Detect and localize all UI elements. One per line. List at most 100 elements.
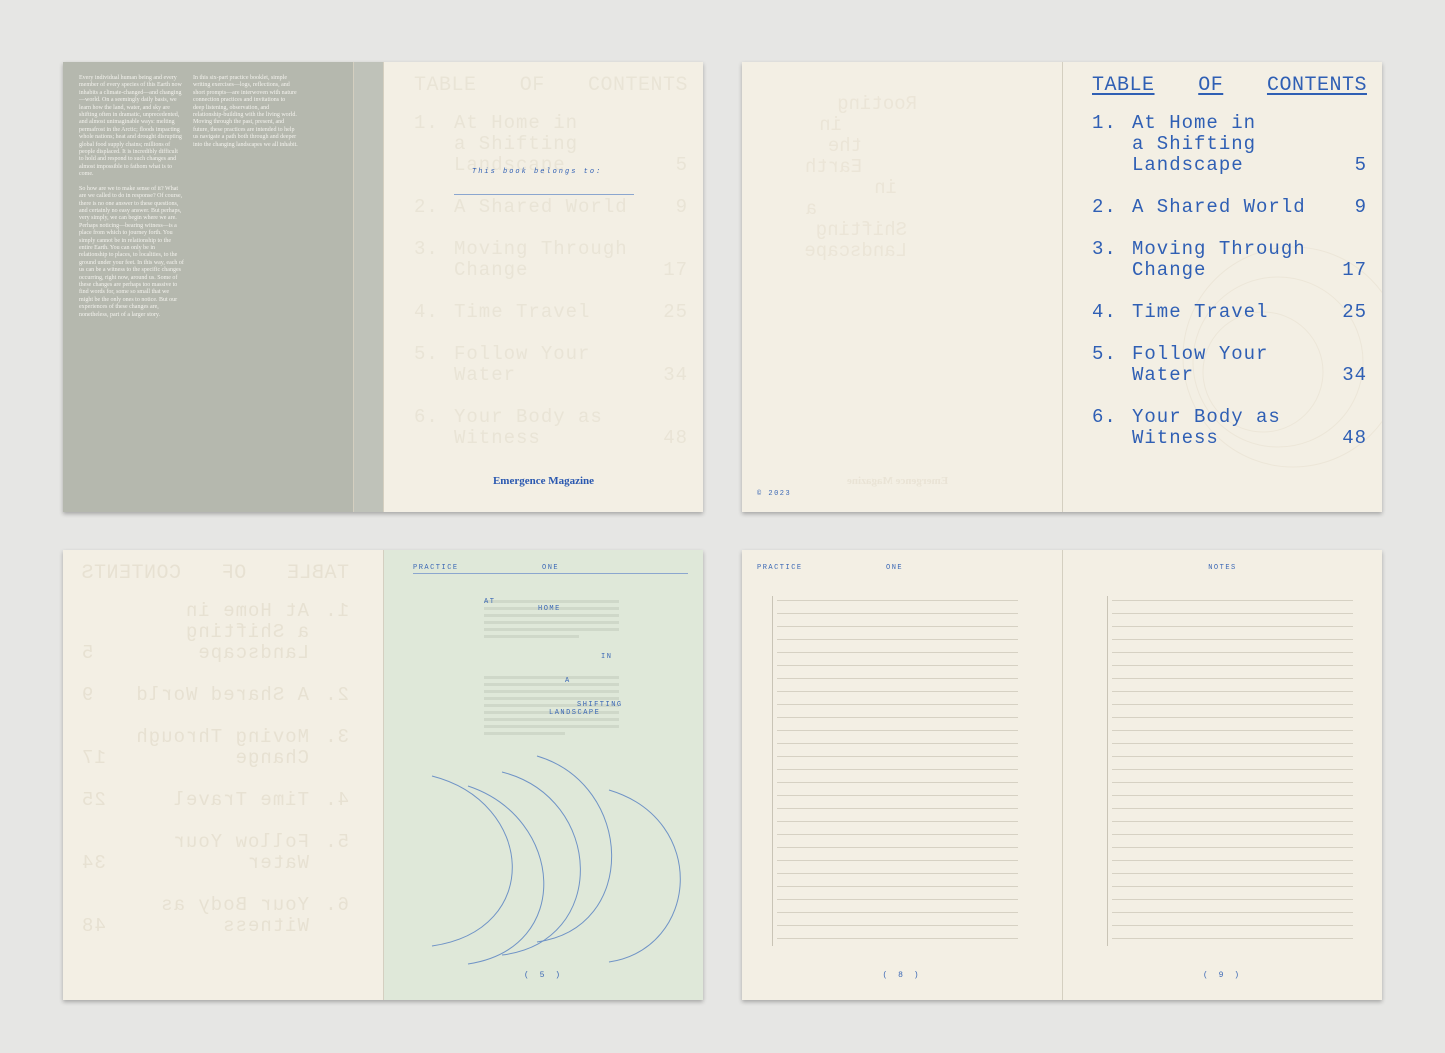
writing-line	[777, 808, 1018, 809]
toc-item: 3. Moving Through Change 17	[81, 726, 349, 769]
writing-line	[777, 873, 1018, 874]
writing-line	[777, 938, 1018, 939]
toc-item-label: At Home in a Shifting Landscape	[1132, 113, 1355, 176]
toc-item-number: 2.	[324, 684, 349, 706]
writing-line	[777, 756, 1018, 757]
toc-item-page: 5	[675, 154, 688, 176]
writing-line	[777, 639, 1018, 640]
toc-item-page: 48	[81, 915, 106, 937]
toc-item-number: 5.	[414, 343, 439, 365]
essay-column-1: Every individual human being and every m…	[79, 75, 184, 326]
toc-item-number: 3.	[414, 238, 439, 260]
writing-line	[1112, 834, 1353, 835]
toc-item-page: 9	[81, 684, 94, 706]
belongs-to-page: TABLE OF CONTENTS 1. At Home in a Shifting…	[383, 62, 703, 512]
notes-label: NOTES	[1208, 564, 1237, 572]
writing-line	[777, 821, 1018, 822]
toc-item-page: 5	[81, 642, 94, 664]
writing-line	[777, 678, 1018, 679]
toc-item: 2. A Shared World 9	[414, 197, 688, 218]
writing-line	[1112, 860, 1353, 861]
crescent-arcs	[431, 755, 681, 965]
toc-item-label-line: Your Body as	[454, 406, 603, 428]
toc-item[interactable]: 1. At Home in a Shifting Landscape 5	[1092, 113, 1367, 176]
writing-line	[1112, 691, 1353, 692]
toc-item-label-line: At Home in	[454, 112, 579, 134]
toc-item-number: 6.	[414, 406, 439, 428]
toc-item[interactable]: 6. Your Body as Witness 48	[1092, 407, 1367, 449]
writing-line	[1112, 873, 1353, 874]
toc-item-page: 17	[1342, 259, 1367, 281]
writing-line	[1112, 600, 1353, 601]
practice-one-page: PRACTICE ONE AT HOME IN A SHIFTING LANDS…	[383, 550, 703, 1000]
writing-line	[1112, 626, 1353, 627]
toc-item-page: 9	[1354, 196, 1367, 218]
toc-item-label: Your Body as Witness	[106, 894, 309, 937]
ghost-toc-word: OF	[519, 74, 545, 97]
writing-line	[777, 704, 1018, 705]
toc-item-label-line: a Shifting	[184, 621, 309, 643]
ghost-title-line: Landscape	[804, 240, 907, 262]
ghost-title-line: a	[805, 198, 817, 220]
writing-line	[777, 717, 1018, 718]
toc-item-page: 17	[81, 747, 106, 769]
ghost-brand: Emergence Magazine	[847, 475, 949, 487]
toc-item-page: 34	[663, 364, 688, 386]
writing-line	[777, 600, 1018, 601]
toc-item-label-line: Your Body as	[1132, 406, 1281, 428]
toc-item: 4. Time Travel 25	[414, 302, 688, 323]
ghost-title-line: Shifting	[815, 219, 907, 241]
toc-item-label-line: Change	[1132, 259, 1207, 281]
essay-paragraph: Every individual human being and every m…	[79, 75, 182, 178]
toc-item-label: At Home in a Shifting Landscape	[454, 113, 676, 176]
toc-item: 1. At Home in a Shifting Landscape 5	[414, 113, 688, 176]
toc-item[interactable]: 4. Time Travel 25	[1092, 302, 1367, 323]
writing-line	[1112, 938, 1353, 939]
toc-item-label: Follow Your Water	[1132, 344, 1342, 386]
toc-item-label-line: Moving Through	[1132, 238, 1306, 260]
toc-item-page: 17	[663, 259, 688, 281]
writing-line	[777, 782, 1018, 783]
spread-cover-toc: Every individual human being and every m…	[63, 62, 703, 512]
toc-item-page: 9	[675, 196, 688, 218]
title-page: Rooting in the Earth in a Shifting Lands…	[742, 62, 1062, 512]
toc-item-label: At Home in a Shifting Landscape	[93, 600, 309, 664]
mirrored-toc-page: TABLE OF CONTENTS 1. At Home in a Shifting…	[63, 550, 383, 1000]
toc-item-number: 4.	[324, 789, 349, 811]
writing-line	[1112, 821, 1353, 822]
toc-item-number: 3.	[1092, 238, 1117, 260]
writing-line	[777, 665, 1018, 666]
ghost-toc-word: TABLE	[414, 74, 477, 97]
writing-line	[777, 613, 1018, 614]
writing-lines[interactable]	[1107, 596, 1353, 946]
toc-item: 2. A Shared World 9	[81, 684, 349, 706]
toc-item[interactable]: 2. A Shared World 9	[1092, 197, 1367, 218]
toc-item[interactable]: 5. Follow Your Water 34	[1092, 344, 1367, 386]
ghost-toc-list: 1. At Home in a Shifting Landscape 5 2. A Shar…	[81, 600, 349, 937]
toc-item-label-line: A Shared World	[135, 684, 309, 706]
toc-item-label-line: Time Travel	[1132, 301, 1269, 323]
writing-line	[777, 691, 1018, 692]
writing-line	[777, 652, 1018, 653]
writing-line	[777, 912, 1018, 913]
mirrored-toc: TABLE OF CONTENTS 1. At Home in a Shifting…	[81, 562, 349, 958]
writing-line	[1112, 704, 1353, 705]
toc-item-label: Moving Through Change	[454, 239, 663, 281]
toc-item-label-line: A Shared World	[454, 196, 628, 218]
toc-item-label-line: Follow Your	[1132, 343, 1269, 365]
page-number: ( 8 )	[882, 971, 922, 980]
practice-number: ONE	[886, 564, 904, 572]
toc-title-word: OF	[1198, 74, 1224, 97]
toc-title: TABLE OF CONTENTS	[1092, 74, 1367, 97]
toc-item-label: Your Body as Witness	[1132, 407, 1342, 449]
writing-line	[1112, 925, 1353, 926]
essay-column-2: In this six-part practice booklet, simpl…	[193, 75, 298, 156]
writing-lines[interactable]	[772, 596, 1018, 946]
writing-line	[1112, 782, 1353, 783]
belongs-to-label: This book belongs to:	[472, 168, 603, 176]
ghost-title-line: the	[827, 135, 862, 157]
toc-item[interactable]: 3. Moving Through Change 17	[1092, 239, 1367, 281]
toc-item-label: Follow Your Water	[106, 831, 309, 874]
belongs-to-line	[454, 194, 634, 195]
writing-line	[1112, 886, 1353, 887]
